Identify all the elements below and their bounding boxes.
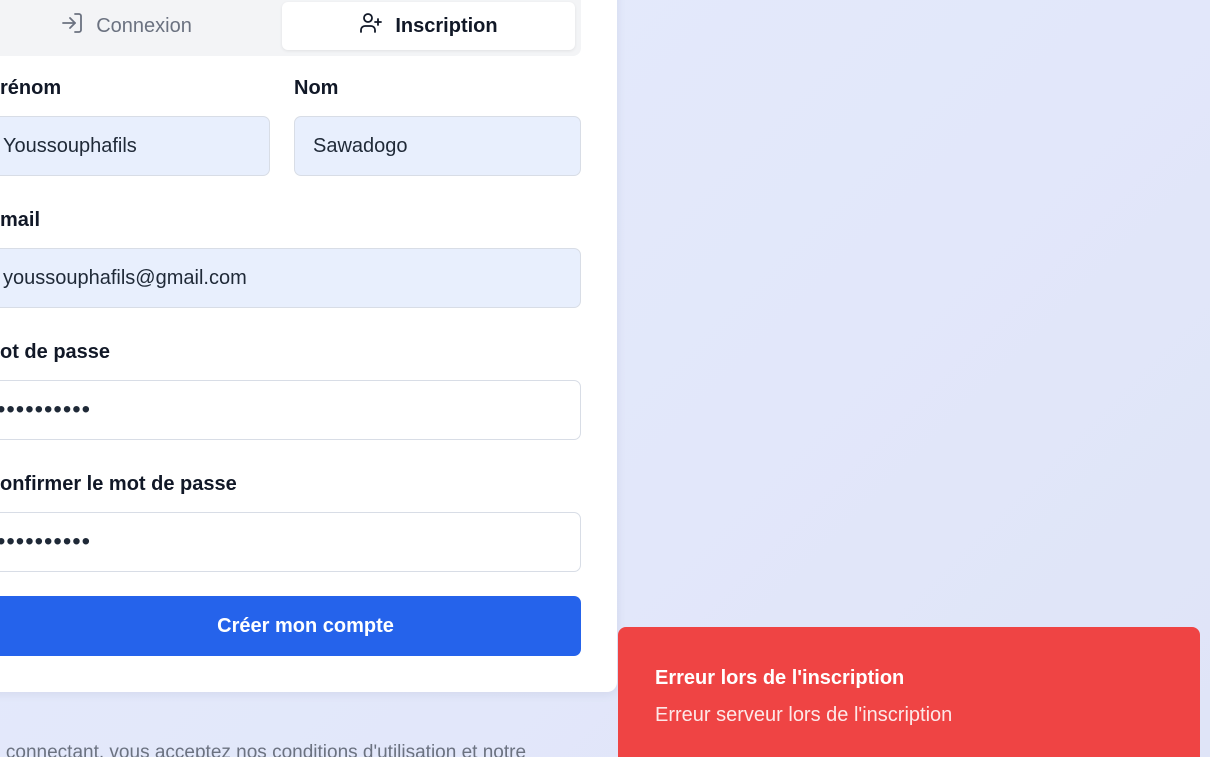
tab-login-label: Connexion <box>96 14 192 37</box>
email-field[interactable]: youssouphafils@gmail.com <box>0 248 581 308</box>
confirm-password-value: •••••••••• <box>0 528 92 555</box>
log-in-icon <box>60 11 84 41</box>
create-account-button[interactable]: Créer mon compte <box>0 596 581 656</box>
lastname-label: Nom <box>294 77 339 99</box>
error-toast[interactable]: Erreur lors de l'inscription Erreur serv… <box>618 627 1200 757</box>
password-value: •••••••••• <box>0 396 92 423</box>
lastname-field[interactable]: Sawadogo <box>294 116 581 176</box>
firstname-label: rénom <box>0 77 62 99</box>
toast-description: Erreur serveur lors de l'inscription <box>655 704 953 726</box>
toast-title: Erreur lors de l'inscription <box>655 667 905 689</box>
firstname-field[interactable]: Youssouphafils <box>0 116 270 176</box>
tab-login[interactable]: Connexion <box>0 2 252 50</box>
create-account-label: Créer mon compte <box>217 614 394 637</box>
terms-text: ous connectant, vous acceptez nos condit… <box>0 742 527 757</box>
user-plus-icon <box>359 11 383 41</box>
confirm-password-label: onfirmer le mot de passe <box>0 473 237 495</box>
password-label: ot de passe <box>0 341 111 363</box>
firstname-value: Youssouphafils <box>3 134 137 157</box>
password-field[interactable]: •••••••••• <box>0 380 581 440</box>
email-value: youssouphafils@gmail.com <box>3 266 247 289</box>
tab-register-label: Inscription <box>395 14 498 37</box>
email-label: mail <box>0 209 41 231</box>
auth-tabs: Connexion Inscription <box>0 0 581 56</box>
confirm-password-field[interactable]: •••••••••• <box>0 512 581 572</box>
lastname-value: Sawadogo <box>313 134 408 157</box>
tab-register[interactable]: Inscription <box>282 2 575 50</box>
